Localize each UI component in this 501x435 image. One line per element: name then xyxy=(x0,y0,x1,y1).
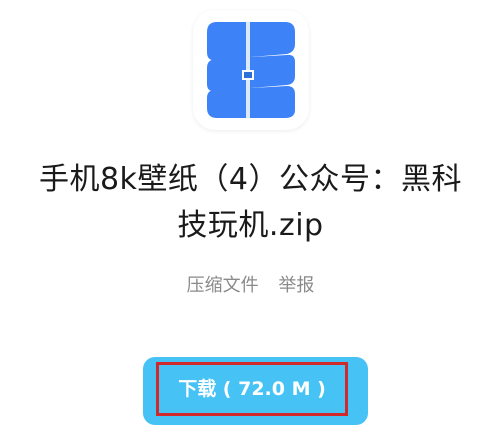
file-type-label: 压缩文件 xyxy=(186,275,259,296)
report-link[interactable]: 举报 xyxy=(278,271,314,297)
download-button[interactable] xyxy=(143,357,368,425)
archive-icon xyxy=(207,22,295,118)
file-title-line-1: 手机8k壁纸（4）公众号：黑科 xyxy=(38,162,463,197)
file-meta-row: 压缩文件 举报 xyxy=(0,271,501,297)
archive-app-icon xyxy=(193,10,309,130)
file-title-line-2: 技玩机.zip xyxy=(177,208,324,243)
file-title: 手机8k壁纸（4）公众号：黑科 技玩机.zip xyxy=(20,157,481,249)
